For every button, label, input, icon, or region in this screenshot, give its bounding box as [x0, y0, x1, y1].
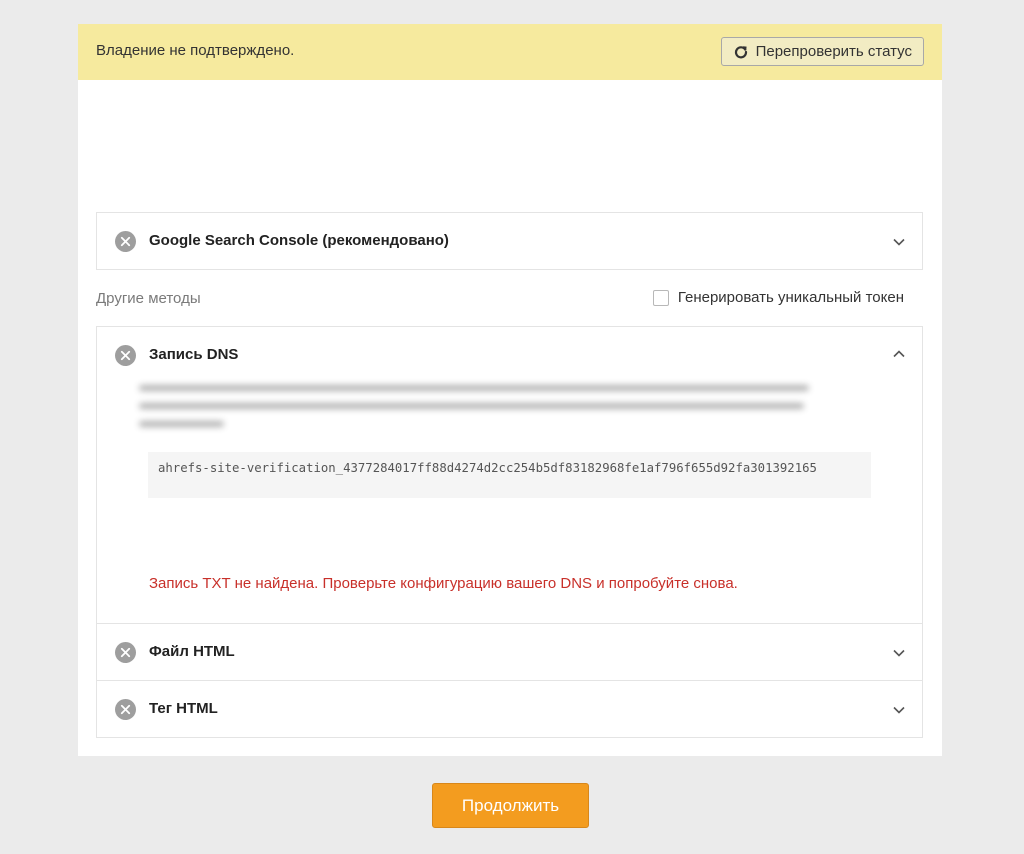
ownership-status-text: Владение не подтверждено. [96, 42, 295, 59]
gsc-method-title: Google Search Console (рекомендовано) [149, 232, 449, 249]
refresh-icon [734, 45, 748, 59]
gsc-method-header[interactable]: Google Search Console (рекомендовано) [97, 213, 922, 270]
unique-token-checkbox[interactable]: Генерировать уникальный токен [652, 289, 904, 306]
chevron-down-icon [892, 703, 906, 717]
dns-method-title: Запись DNS [149, 346, 239, 363]
close-circle-icon [115, 231, 136, 252]
close-circle-icon [115, 699, 136, 720]
dns-method-header[interactable]: Запись DNS [97, 327, 922, 384]
unique-token-label: Генерировать уникальный токен [677, 289, 904, 306]
html-file-method-header[interactable]: Файл HTML [97, 624, 922, 681]
ownership-banner: Владение не подтверждено. Перепроверить … [78, 24, 942, 80]
blurred-instructions [139, 385, 819, 445]
chevron-up-icon [892, 347, 906, 361]
continue-button[interactable]: Продолжить [432, 783, 589, 828]
verification-card: Владение не подтверждено. Перепроверить … [78, 24, 942, 756]
close-circle-icon [115, 642, 136, 663]
html-tag-method-header[interactable]: Тег HTML [97, 681, 922, 738]
dns-txt-record-code[interactable]: ahrefs-site-verification_4377284017ff88d… [148, 452, 871, 498]
recheck-status-button[interactable]: Перепроверить статус [720, 37, 924, 66]
checkbox-box[interactable] [652, 289, 669, 306]
close-circle-icon [115, 345, 136, 366]
html-file-method-title: Файл HTML [149, 643, 235, 660]
other-methods-panel: Запись DNS ahrefs-site-verification_4377… [96, 326, 923, 738]
chevron-down-icon [892, 646, 906, 660]
chevron-down-icon [892, 235, 906, 249]
recheck-status-label: Перепроверить статус [755, 43, 912, 60]
gsc-method-panel: Google Search Console (рекомендовано) [96, 212, 923, 270]
html-tag-method-title: Тег HTML [149, 700, 218, 717]
dns-error-message: Запись TXT не найдена. Проверьте конфигу… [149, 575, 738, 592]
other-methods-label: Другие методы [96, 290, 201, 307]
